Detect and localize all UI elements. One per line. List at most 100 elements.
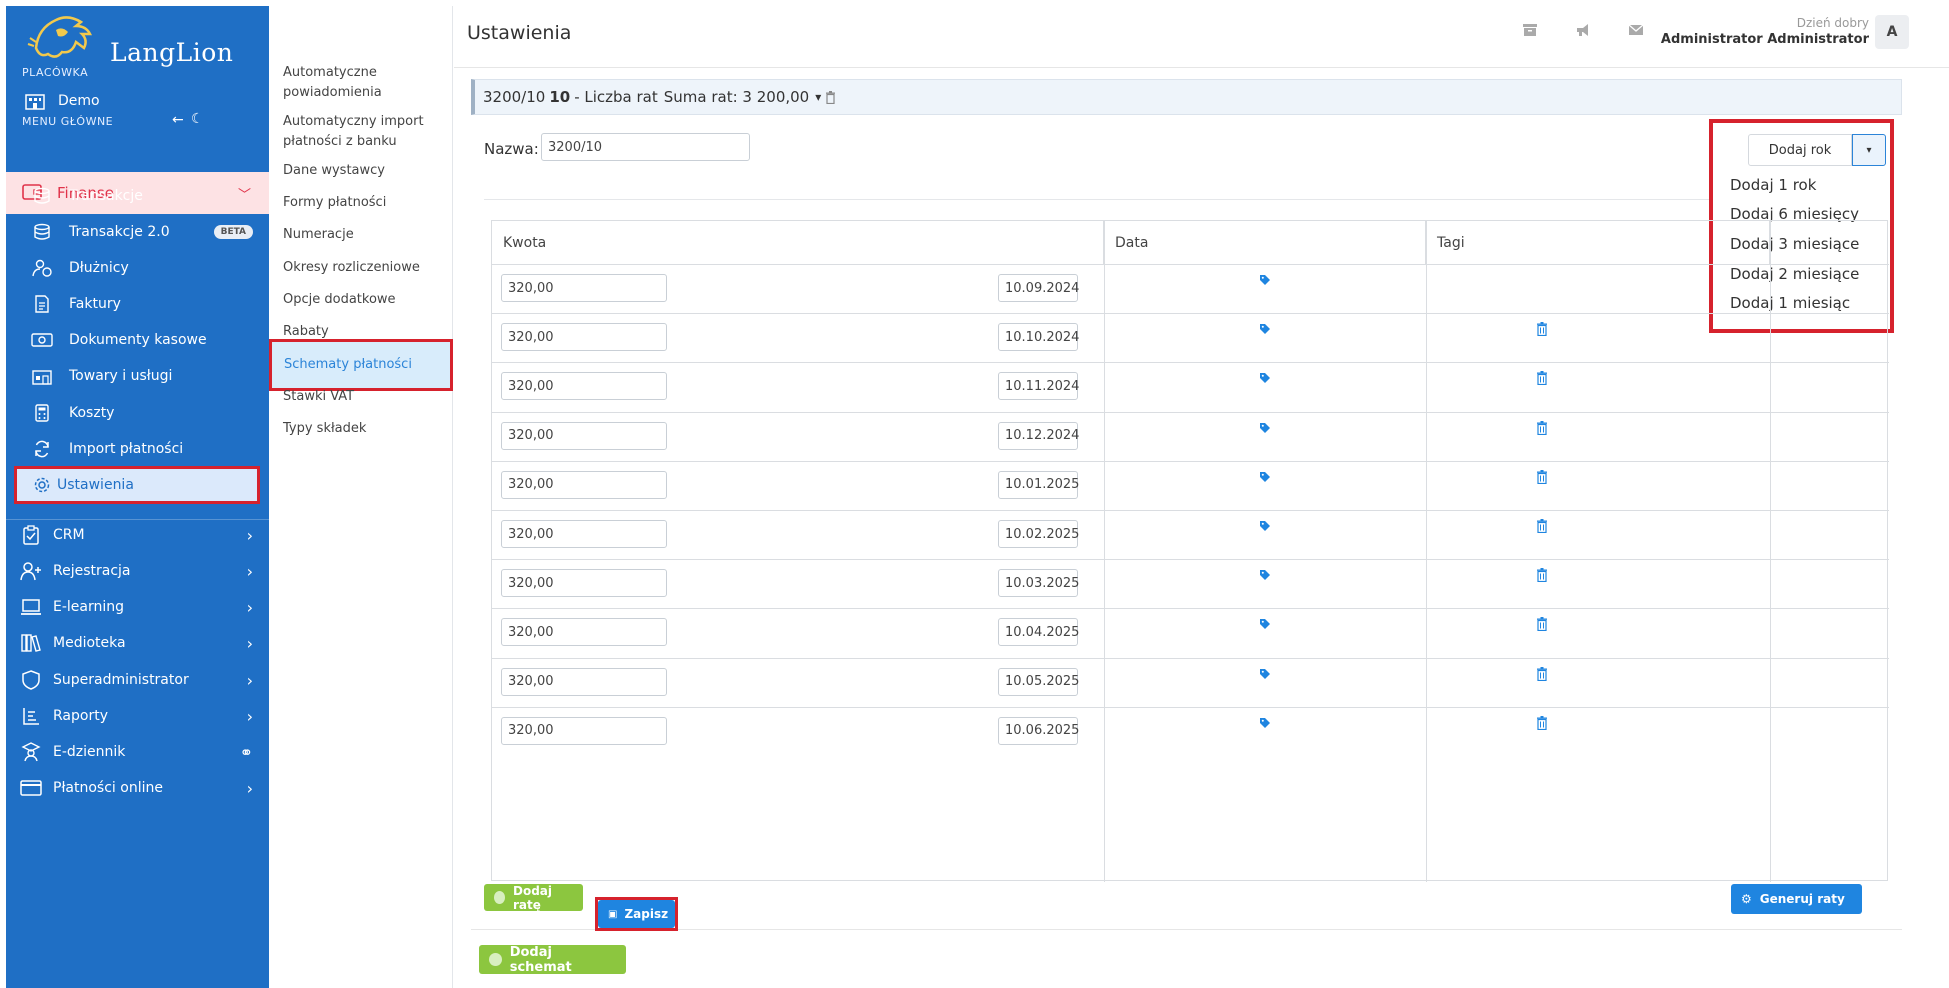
megaphone-icon[interactable] bbox=[1575, 23, 1591, 37]
caret-down-icon: ▾ bbox=[1866, 144, 1872, 156]
date-input[interactable]: 10.11.2024 bbox=[998, 372, 1079, 401]
subnav-item-import-bank[interactable]: Automatyczny import płatności z banku bbox=[283, 112, 448, 152]
amount-input[interactable]: 320,00 bbox=[501, 569, 667, 598]
subnav-item-numeracje[interactable]: Numeracje bbox=[283, 225, 448, 245]
trash-icon[interactable] bbox=[1536, 568, 1548, 583]
amount-input[interactable]: 320,00 bbox=[501, 716, 667, 745]
sidebar-item-dokumenty-kasowe[interactable]: Dokumenty kasowe bbox=[6, 321, 269, 359]
date-input[interactable]: 10.06.2025 bbox=[998, 716, 1079, 745]
sidebar-item-transakcje[interactable]: Transakcje bbox=[6, 177, 269, 215]
shop-icon bbox=[30, 364, 54, 388]
save-button[interactable]: ▣ Zapisz bbox=[598, 900, 675, 928]
date-input[interactable]: 10.03.2025 bbox=[998, 569, 1079, 598]
trash-icon[interactable] bbox=[1536, 371, 1548, 386]
tag-icon[interactable] bbox=[1259, 569, 1271, 581]
tag-icon[interactable] bbox=[1259, 618, 1271, 630]
trash-icon[interactable] bbox=[1536, 715, 1548, 730]
subnav-item-opcje[interactable]: Opcje dodatkowe bbox=[283, 290, 448, 310]
scheme-name-input[interactable] bbox=[541, 133, 750, 161]
trash-icon[interactable] bbox=[1536, 420, 1548, 435]
subnav-item-dane-wystawcy[interactable]: Dane wystawcy bbox=[283, 161, 448, 181]
add-year-button[interactable]: Dodaj rok bbox=[1748, 134, 1852, 166]
collapse-arrow-icon[interactable]: ← bbox=[172, 112, 184, 128]
moon-icon[interactable]: ☾ bbox=[191, 111, 204, 127]
add-scheme-button[interactable]: Dodaj schemat bbox=[479, 945, 626, 975]
clipboard-icon bbox=[18, 522, 44, 548]
date-input[interactable]: 10.12.2024 bbox=[998, 421, 1079, 450]
scheme-count-label: - Liczba rat bbox=[574, 88, 658, 106]
avatar[interactable]: A bbox=[1875, 15, 1909, 49]
sidebar-item-towary-i-usługi[interactable]: Towary i usługi bbox=[6, 357, 269, 395]
subnav-item-powiadomienia[interactable]: Automatyczne powiadomienia bbox=[283, 63, 448, 103]
tag-icon[interactable] bbox=[1259, 520, 1271, 532]
amount-input[interactable]: 320,00 bbox=[501, 323, 667, 352]
langlion-logo[interactable]: LangLion bbox=[26, 8, 233, 68]
settings-subnav: Automatyczne powiadomienia Automatyczny … bbox=[269, 6, 453, 988]
chevron-right-icon: › bbox=[246, 670, 253, 690]
trash-icon[interactable] bbox=[1536, 469, 1548, 484]
generate-rates-button[interactable]: ⚙ Generuj raty bbox=[1731, 884, 1862, 914]
user-name[interactable]: Administrator Administrator bbox=[1661, 32, 1869, 47]
placowka-label: PLACÓWKA bbox=[22, 66, 89, 79]
tag-icon[interactable] bbox=[1259, 372, 1271, 384]
sidebar-item-transakcje-2-0[interactable]: Transakcje 2.0 BETA bbox=[6, 213, 269, 251]
sidebar-group-p-atno-ci-online[interactable]: Płatności online › bbox=[6, 768, 269, 808]
scheme-count: 10 bbox=[549, 88, 571, 106]
sidebar-group-raporty[interactable]: Raporty › bbox=[6, 696, 269, 736]
table-row: 320,00 10.12.2024 bbox=[492, 412, 1889, 461]
table-row: 320,00 10.09.2024 bbox=[492, 264, 1889, 313]
tag-icon[interactable] bbox=[1259, 274, 1271, 286]
menu-label: MENU GŁÓWNE bbox=[22, 115, 114, 128]
date-input[interactable]: 10.10.2024 bbox=[998, 323, 1079, 352]
archive-icon[interactable] bbox=[1522, 23, 1538, 37]
table-row: 320,00 10.11.2024 bbox=[492, 362, 1889, 411]
trash-icon[interactable] bbox=[825, 90, 836, 104]
amount-input[interactable]: 320,00 bbox=[501, 667, 667, 696]
subnav-item-schematy-platnosci[interactable]: Schematy płatności bbox=[269, 339, 453, 391]
subnav-item-stawki-vat[interactable]: Stawki VAT bbox=[283, 387, 448, 407]
subnav-item-okresy[interactable]: Okresy rozliczeniowe bbox=[283, 258, 448, 278]
table-row: 320,00 10.05.2025 bbox=[492, 658, 1889, 707]
page-title: Ustawienia bbox=[467, 22, 572, 44]
date-input[interactable]: 10.02.2025 bbox=[998, 520, 1079, 548]
amount-input[interactable]: 320,00 bbox=[501, 618, 667, 647]
amount-input[interactable]: 320,00 bbox=[501, 421, 667, 450]
sidebar-group-crm[interactable]: CRM › bbox=[6, 515, 269, 555]
mail-icon[interactable] bbox=[1628, 23, 1644, 37]
date-input[interactable]: 10.09.2024 bbox=[998, 274, 1079, 302]
sidebar-group-rejestracja[interactable]: Rejestracja › bbox=[6, 551, 269, 591]
sidebar-item-faktury[interactable]: Faktury bbox=[6, 285, 269, 323]
tag-icon[interactable] bbox=[1259, 323, 1271, 335]
header-tags: Tagi bbox=[1426, 221, 1770, 264]
sidebar-group-e-dziennik[interactable]: E-dziennik ⚭ bbox=[6, 732, 269, 772]
tag-icon[interactable] bbox=[1259, 422, 1271, 434]
sidebar-group-e-learning[interactable]: E-learning › bbox=[6, 587, 269, 627]
tag-icon[interactable] bbox=[1259, 668, 1271, 680]
amount-input[interactable]: 320,00 bbox=[501, 372, 667, 401]
sidebar-item-ustawienia[interactable]: Ustawienia bbox=[14, 466, 260, 504]
trash-icon[interactable] bbox=[1536, 322, 1548, 337]
amount-input[interactable]: 320,00 bbox=[501, 274, 667, 302]
trash-icon[interactable] bbox=[1536, 666, 1548, 681]
add-rate-button[interactable]: Dodaj ratę bbox=[484, 884, 583, 912]
sidebar-item-dłużnicy[interactable]: Dłużnicy bbox=[6, 249, 269, 287]
tag-icon[interactable] bbox=[1259, 717, 1271, 729]
sidebar-item-import-płatności[interactable]: Import płatności bbox=[6, 430, 269, 468]
sidebar-item-koszty[interactable]: Koszty bbox=[6, 394, 269, 432]
date-input[interactable]: 10.05.2025 bbox=[998, 667, 1079, 696]
date-input[interactable]: 10.04.2025 bbox=[998, 618, 1079, 647]
subnav-item-typy-skladek[interactable]: Typy składek bbox=[283, 419, 448, 439]
dropdown-item-1-year[interactable]: Dodaj 1 rok bbox=[1730, 176, 1816, 194]
add-year-caret-button[interactable]: ▾ bbox=[1852, 134, 1886, 166]
amount-input[interactable]: 320,00 bbox=[501, 470, 667, 499]
trash-icon[interactable] bbox=[1536, 617, 1548, 632]
scheme-header[interactable]: 3200/10 10 - Liczba rat Suma rat: 3 200,… bbox=[471, 79, 1902, 115]
tag-icon[interactable] bbox=[1259, 471, 1271, 483]
trash-icon[interactable] bbox=[1536, 519, 1548, 533]
sidebar-group-medioteka[interactable]: Medioteka › bbox=[6, 623, 269, 663]
date-input[interactable]: 10.01.2025 bbox=[998, 470, 1079, 499]
subnav-item-formy-platnosci[interactable]: Formy płatności bbox=[283, 193, 448, 213]
amount-input[interactable]: 320,00 bbox=[501, 520, 667, 548]
chevron-down-icon[interactable]: ▾ bbox=[815, 90, 821, 104]
sidebar-group-superadministrator[interactable]: Superadministrator › bbox=[6, 660, 269, 700]
